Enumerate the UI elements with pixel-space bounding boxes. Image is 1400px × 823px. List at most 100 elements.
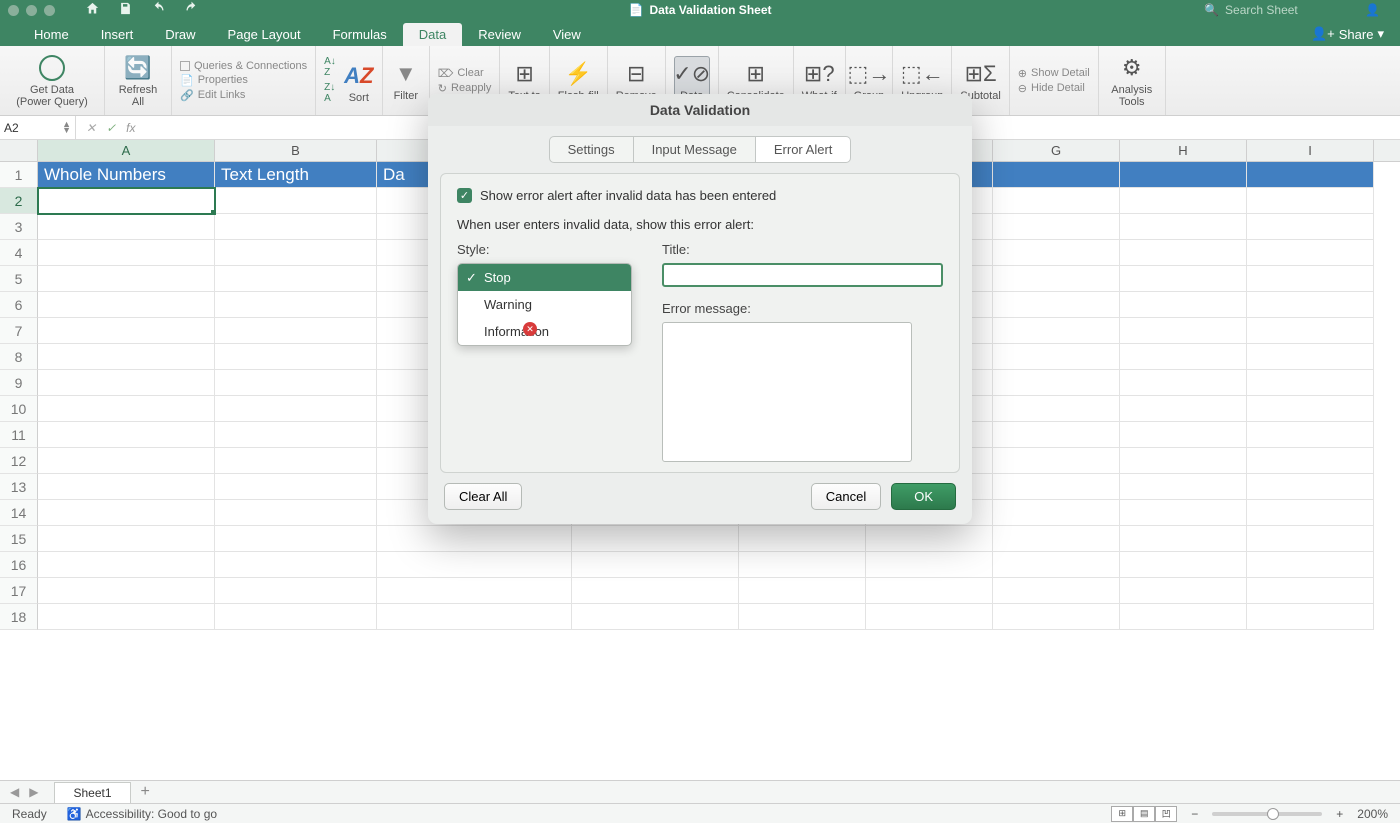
cell[interactable] [1247,370,1374,396]
cell[interactable] [993,240,1120,266]
cell[interactable] [1247,292,1374,318]
cell[interactable] [38,474,215,500]
cell[interactable] [993,370,1120,396]
cell[interactable] [739,604,866,630]
cell[interactable] [866,578,993,604]
column-header-i[interactable]: I [1247,140,1374,161]
cell[interactable] [1120,552,1247,578]
cell[interactable] [215,448,377,474]
style-option-warning[interactable]: Warning [458,291,631,318]
clear-button[interactable]: ⌦Clear [438,67,492,80]
cell[interactable] [1247,240,1374,266]
save-icon[interactable] [118,1,133,19]
tab-home[interactable]: Home [18,23,85,46]
properties-button[interactable]: 📄Properties [180,74,307,87]
cell[interactable] [38,318,215,344]
cell[interactable] [215,370,377,396]
cell[interactable] [739,578,866,604]
style-option-information[interactable]: Information [458,318,631,345]
cell[interactable] [1247,422,1374,448]
show-error-checkbox[interactable]: ✓ [457,188,472,203]
cell[interactable] [993,396,1120,422]
row-header[interactable]: 4 [0,240,38,266]
cell[interactable] [1120,292,1247,318]
cell[interactable] [215,422,377,448]
sort-button[interactable]: AZSort [344,61,374,104]
cell[interactable] [215,318,377,344]
cell[interactable]: Whole Numbers [38,162,215,188]
cell[interactable] [377,604,572,630]
cell[interactable] [377,552,572,578]
cell[interactable] [1120,422,1247,448]
cell[interactable] [215,240,377,266]
cell[interactable] [993,578,1120,604]
cell[interactable] [993,474,1120,500]
cell[interactable] [1120,344,1247,370]
cell[interactable] [1120,266,1247,292]
search-box[interactable]: 🔍 👤 [1204,3,1400,17]
cell[interactable] [215,474,377,500]
cell[interactable] [1120,526,1247,552]
hide-detail-button[interactable]: ⊖Hide Detail [1018,82,1090,95]
cell[interactable] [739,526,866,552]
cell[interactable] [38,422,215,448]
cell[interactable] [993,604,1120,630]
cell[interactable] [1247,188,1374,214]
cell[interactable] [215,188,377,214]
cell[interactable] [38,578,215,604]
cell[interactable] [572,578,739,604]
row-header[interactable]: 12 [0,448,38,474]
cell[interactable] [1247,266,1374,292]
cell[interactable] [1120,162,1247,188]
cell[interactable] [1247,552,1374,578]
row-header[interactable]: 15 [0,526,38,552]
cell[interactable] [993,292,1120,318]
row-header[interactable]: 5 [0,266,38,292]
row-header[interactable]: 6 [0,292,38,318]
sheet-nav-next-icon[interactable]: ▶ [29,785,38,799]
cell[interactable] [993,188,1120,214]
row-header[interactable]: 14 [0,500,38,526]
sheet-nav-prev-icon[interactable]: ◀ [10,785,19,799]
tab-view[interactable]: View [537,23,597,46]
row-header[interactable]: 8 [0,344,38,370]
tab-draw[interactable]: Draw [149,23,211,46]
zoom-out-button[interactable]: − [1191,807,1198,821]
row-header[interactable]: 3 [0,214,38,240]
cell[interactable] [1247,214,1374,240]
cell[interactable] [215,500,377,526]
redo-icon[interactable] [184,1,199,19]
cell[interactable] [1247,474,1374,500]
cell[interactable] [38,240,215,266]
cell[interactable] [1120,500,1247,526]
row-header[interactable]: 1 [0,162,38,188]
row-header[interactable]: 13 [0,474,38,500]
row-header[interactable]: 18 [0,604,38,630]
tab-formulas[interactable]: Formulas [317,23,403,46]
edit-links-button[interactable]: 🔗Edit Links [180,89,307,102]
row-header[interactable]: 9 [0,370,38,396]
reapply-button[interactable]: ↻Reapply [438,82,492,95]
cell[interactable] [1247,318,1374,344]
cell[interactable] [993,500,1120,526]
cell[interactable] [377,526,572,552]
cell[interactable] [1247,448,1374,474]
page-layout-view-icon[interactable]: ▤ [1133,806,1155,822]
row-header[interactable]: 7 [0,318,38,344]
name-box[interactable]: A2 ▲▼ [0,116,76,139]
dialog-tab-error-alert[interactable]: Error Alert [756,136,852,163]
refresh-all-button[interactable]: 🔄 Refresh All [113,53,163,108]
filter-button[interactable]: ▼Filter [391,59,421,102]
cell[interactable] [1120,474,1247,500]
zoom-in-button[interactable]: + [1336,807,1343,821]
cell[interactable] [38,344,215,370]
dialog-tab-settings[interactable]: Settings [549,136,634,163]
cell[interactable] [1120,578,1247,604]
cell[interactable] [1120,604,1247,630]
tab-review[interactable]: Review [462,23,537,46]
cell[interactable] [993,214,1120,240]
row-header[interactable]: 2 [0,188,38,214]
cell[interactable] [993,318,1120,344]
accessibility-status[interactable]: ♿ Accessibility: Good to go [67,807,217,821]
cell[interactable] [1120,214,1247,240]
